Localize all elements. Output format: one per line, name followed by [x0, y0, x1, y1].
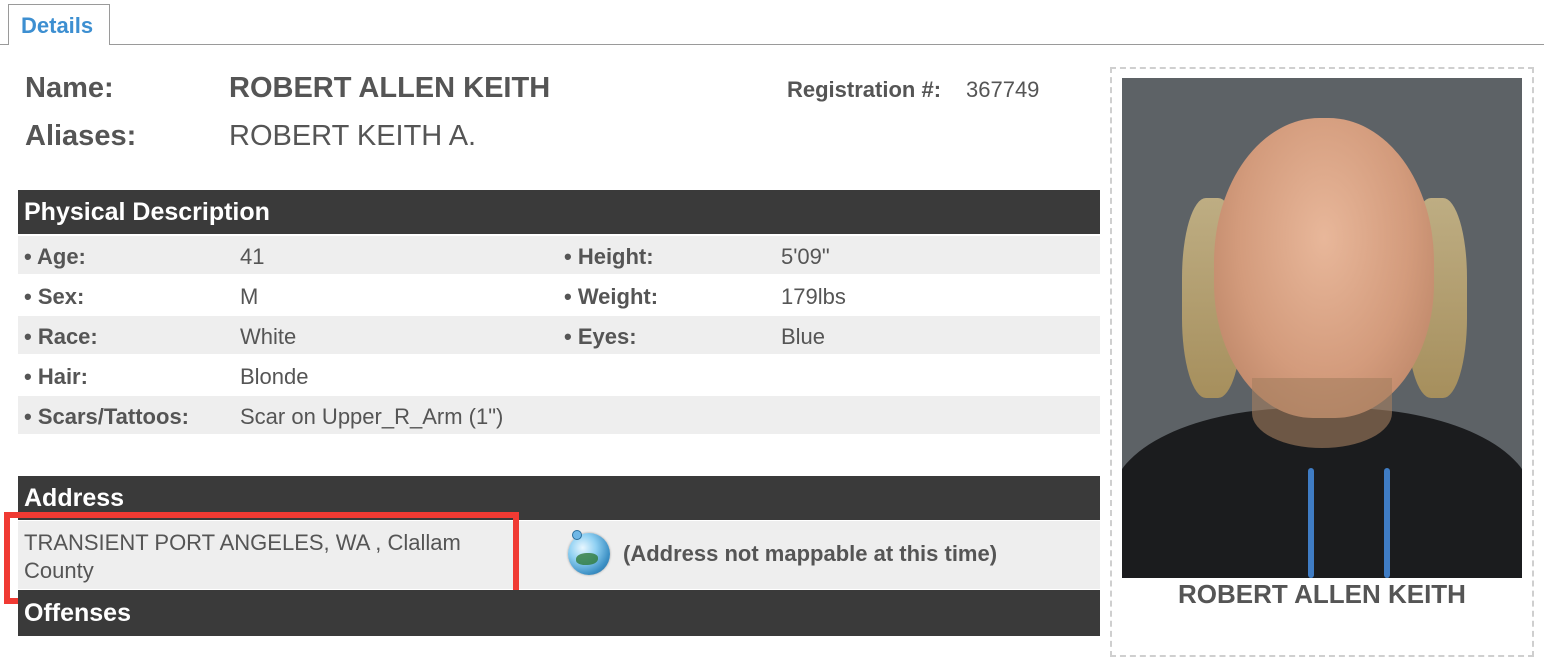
age-label: • Age:: [24, 244, 86, 269]
height-label: • Height:: [564, 244, 654, 269]
tab-details[interactable]: Details: [8, 4, 110, 45]
physical-row-age-height: • Age: 41 • Height: 5'09": [18, 236, 1100, 274]
race-value: White: [240, 324, 297, 349]
height-value: 5'09": [781, 244, 830, 269]
physical-row-hair: • Hair: Blonde: [18, 356, 1100, 394]
photo-head: [1214, 118, 1434, 418]
offenses-header: Offenses: [18, 590, 1100, 636]
offender-photo: [1122, 78, 1522, 578]
address-map-note: (Address not mappable at this time): [623, 541, 998, 566]
hair-value: Blonde: [240, 364, 309, 389]
photo-cord-left: [1308, 468, 1314, 578]
tab-divider: [0, 44, 1544, 45]
age-value: 41: [240, 244, 265, 269]
sex-value: M: [240, 284, 259, 309]
name-label: Name:: [25, 72, 114, 104]
photo-caption: ROBERT ALLEN KEITH: [1178, 579, 1466, 609]
tab-details-label: Details: [21, 13, 94, 38]
physical-row-sex-weight: • Sex: M • Weight: 179lbs: [18, 276, 1100, 314]
offender-aliases: ROBERT KEITH A.: [229, 120, 477, 152]
physical-row-race-eyes: • Race: White • Eyes: Blue: [18, 316, 1100, 354]
registration-label: Registration #:: [787, 77, 942, 102]
eyes-label: • Eyes:: [564, 324, 637, 349]
hair-label: • Hair:: [24, 364, 88, 389]
eyes-value: Blue: [781, 324, 826, 349]
aliases-label: Aliases:: [25, 120, 137, 152]
scars-label: • Scars/Tattoos:: [24, 404, 189, 429]
physical-description-header: Physical Description: [18, 190, 1100, 234]
tab-bar: Details: [0, 0, 1544, 46]
scars-value: Scar on Upper_R_Arm (1"): [240, 404, 504, 429]
offender-name: ROBERT ALLEN KEITH: [229, 72, 551, 104]
photo-cord-right: [1384, 468, 1390, 578]
sex-label: • Sex:: [24, 284, 85, 309]
globe-pin-icon: [572, 530, 582, 540]
registration-number: 367749: [966, 77, 1040, 102]
physical-row-scars: • Scars/Tattoos: Scar on Upper_R_Arm (1"…: [18, 396, 1100, 434]
photo-beard: [1252, 378, 1392, 448]
weight-label: • Weight:: [564, 284, 659, 309]
weight-value: 179lbs: [781, 284, 846, 309]
race-label: • Race:: [24, 324, 98, 349]
